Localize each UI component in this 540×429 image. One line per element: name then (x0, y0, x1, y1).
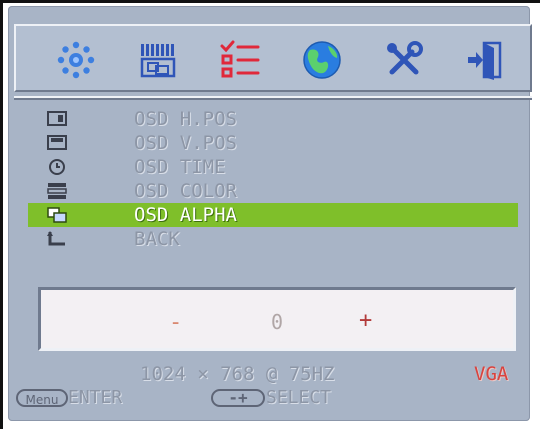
alpha-value: 0 (271, 310, 284, 334)
exit-icon (468, 41, 502, 80)
osd-menu-list: OSD H.POS OSD V.POS OSD TIME OSD COLOR O… (28, 107, 518, 251)
tab-osd-setup[interactable] (216, 36, 264, 84)
menu-item-back[interactable]: BACK (40, 227, 516, 251)
alpha-adjust-panel: - 0 + (38, 287, 516, 351)
picture-icon (57, 41, 95, 79)
menu-item-label: OSD H.POS (134, 108, 237, 130)
language-globe-icon (303, 41, 341, 79)
separator (14, 96, 532, 100)
menu-item-osd-time[interactable]: OSD TIME (40, 155, 516, 179)
tab-tools[interactable] (380, 36, 428, 84)
menu-item-osd-h-pos[interactable]: OSD H.POS (40, 107, 516, 131)
tab-image[interactable] (134, 36, 182, 84)
menu-item-osd-v-pos[interactable]: OSD V.POS (40, 131, 516, 155)
enter-hint: ENTER (68, 387, 123, 408)
menu-key-icon: Menu (16, 389, 68, 407)
color-icon (46, 182, 68, 200)
image-settings-icon (140, 44, 176, 78)
tools-icon (387, 41, 423, 75)
input-source: VGA (474, 363, 509, 385)
resolution-info: 1024 × 768 @ 75HZ (140, 363, 335, 385)
tab-exit[interactable] (462, 36, 510, 84)
back-arrow-icon (46, 230, 68, 248)
frame-top-edge (0, 0, 540, 3)
select-hint: SELECT (266, 387, 332, 408)
increase-indicator[interactable]: + (359, 308, 372, 333)
menu-item-label: OSD TIME (134, 156, 226, 178)
tab-picture[interactable] (52, 36, 100, 84)
osd-setup-icon (220, 40, 260, 78)
menu-item-osd-color[interactable]: OSD COLOR (40, 179, 516, 203)
menu-item-label: OSD COLOR (134, 180, 237, 202)
menu-item-label: BACK (134, 228, 180, 250)
tab-bar (14, 24, 532, 92)
decrease-indicator[interactable]: - (169, 310, 182, 335)
alpha-icon (46, 206, 68, 224)
menu-item-label: OSD ALPHA (134, 204, 237, 226)
adjust-key-icon: -+ (211, 389, 265, 407)
menu-item-osd-alpha[interactable]: OSD ALPHA (28, 203, 518, 227)
v-position-icon (46, 134, 68, 152)
clock-icon (46, 158, 68, 176)
frame-left-edge (0, 0, 3, 429)
h-position-icon (46, 110, 68, 128)
menu-item-label: OSD V.POS (134, 132, 237, 154)
tab-language[interactable] (298, 36, 346, 84)
